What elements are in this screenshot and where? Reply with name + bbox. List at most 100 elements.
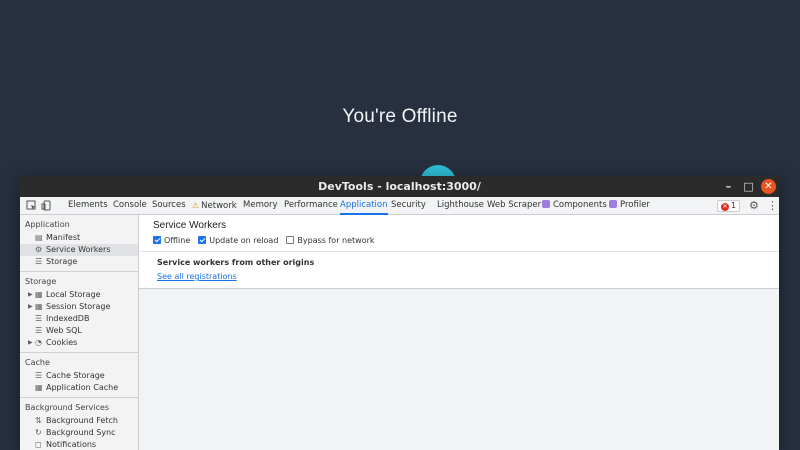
sidebar-item-label: Cache Storage xyxy=(46,371,105,380)
sidebar-item-background-fetch[interactable]: ⇅ Background Fetch xyxy=(20,415,138,427)
sidebar-item-label: Background Fetch xyxy=(46,416,118,425)
tab-label: Elements xyxy=(68,200,108,210)
option-update-on-reload[interactable]: Update on reload xyxy=(198,236,278,245)
close-button[interactable]: ✕ xyxy=(761,179,776,194)
sidebar-item-icon: ☰ xyxy=(35,257,43,266)
sidebar-item-icon: ▦ xyxy=(35,302,43,311)
tab-performance[interactable]: Performance xyxy=(284,197,338,215)
tab-label: Performance xyxy=(284,200,338,210)
tab-security[interactable]: Security xyxy=(391,197,426,215)
react-icon xyxy=(609,200,617,208)
tab-label: Console xyxy=(113,200,147,210)
tab-components[interactable]: Components xyxy=(542,197,607,215)
expand-arrow-icon[interactable]: ▶ xyxy=(28,289,33,301)
devtools-toolbar: Elements Console Sources ⚠ Network Memory Perf… xyxy=(20,197,779,215)
sidebar-item-service-workers[interactable]: ⚙ Service Workers xyxy=(20,244,138,256)
settings-icon[interactable]: ⚙ xyxy=(749,199,759,212)
sidebar-item-label: IndexedDB xyxy=(46,314,90,323)
service-worker-options: Offline Update on reload Bypass for networ… xyxy=(153,236,383,245)
sidebar-item-label: Service Workers xyxy=(46,245,111,254)
panel-title: Service Workers xyxy=(153,220,227,231)
sidebar-item-icon: ☰ xyxy=(35,371,43,380)
sidebar-item-manifest[interactable]: ▤ Manifest xyxy=(20,232,138,244)
tab-memory[interactable]: Memory xyxy=(243,197,278,215)
sidebar-item-label: Cookies xyxy=(46,338,78,347)
inspect-element-icon[interactable] xyxy=(26,200,37,211)
checkbox[interactable] xyxy=(153,236,161,244)
divider xyxy=(139,251,779,252)
tab-web-scraper[interactable]: Web Scraper xyxy=(487,197,541,215)
option-bypass-for-network[interactable]: Bypass for network xyxy=(286,236,375,245)
service-workers-panel: Service Workers Offline Update on reload B… xyxy=(139,215,779,289)
option-offline[interactable]: Offline xyxy=(153,236,190,245)
tab-profiler[interactable]: Profiler xyxy=(609,197,650,215)
tab-label: Profiler xyxy=(620,200,650,210)
tab-label: Components xyxy=(553,200,607,210)
tab-network[interactable]: ⚠ Network xyxy=(192,197,237,215)
sidebar-item-local-storage[interactable]: ▶ ▦ Local Storage xyxy=(20,289,138,301)
sidebar-item-label: Notifications xyxy=(46,440,97,449)
checkbox[interactable] xyxy=(286,236,295,244)
window-title: DevTools - localhost:3000/ xyxy=(318,180,481,193)
other-origins-heading: Service workers from other origins xyxy=(157,258,315,267)
error-icon: ✕ xyxy=(721,203,729,211)
tab-label: Lighthouse xyxy=(437,200,484,210)
error-counter[interactable]: ✕ 1 xyxy=(717,200,741,212)
sidebar-item-icon: ◔ xyxy=(35,338,42,347)
sidebar-item-icon: ☰ xyxy=(35,326,43,335)
section-header-storage: Storage xyxy=(25,277,57,286)
sidebar-item-icon: ⚙ xyxy=(35,245,43,254)
section-header-application: Application xyxy=(25,220,70,229)
sidebar-item-icon: ⇅ xyxy=(35,416,42,425)
tab-label: Network xyxy=(201,201,237,211)
react-icon xyxy=(542,200,550,208)
device-toolbar-icon[interactable] xyxy=(41,200,52,211)
sidebar-item-icon: ▦ xyxy=(35,383,43,392)
more-options-icon[interactable]: ⋮ xyxy=(767,199,778,212)
sidebar-item-storage[interactable]: ☰ Storage xyxy=(20,256,138,268)
sidebar-item-icon: ▦ xyxy=(35,290,43,299)
devtools-window: DevTools - localhost:3000/ – □ ✕ Element… xyxy=(20,176,779,450)
sidebar-item-background-sync[interactable]: ↻ Background Sync xyxy=(20,427,138,439)
application-sidebar: Application ▤ Manifest ⚙ Service Workers ☰ Sto… xyxy=(20,215,139,450)
offline-heading: You're Offline xyxy=(342,106,458,127)
warning-icon: ⚠ xyxy=(192,201,200,210)
checkbox-label: Offline xyxy=(164,236,191,245)
checkbox-label: Update on reload xyxy=(209,236,279,245)
tab-sources[interactable]: Sources xyxy=(152,197,186,215)
sidebar-item-application-cache[interactable]: ▦ Application Cache xyxy=(20,382,138,394)
expand-arrow-icon[interactable]: ▶ xyxy=(28,337,33,349)
sidebar-item-label: Web SQL xyxy=(46,326,82,335)
sidebar-item-cache-storage[interactable]: ☰ Cache Storage xyxy=(20,370,138,382)
expand-arrow-icon[interactable]: ▶ xyxy=(28,301,33,313)
maximize-button[interactable]: □ xyxy=(741,179,756,194)
see-all-registrations-link[interactable]: See all registrations xyxy=(157,272,237,281)
tab-lighthouse[interactable]: Lighthouse xyxy=(437,197,484,215)
sidebar-item-label: Background Sync xyxy=(46,428,116,437)
section-header-background-services: Background Services xyxy=(25,403,110,412)
tab-label: Web Scraper xyxy=(487,200,542,210)
sidebar-item-icon: ◻ xyxy=(35,440,42,449)
tab-console[interactable]: Console xyxy=(113,197,147,215)
sidebar-item-notifications[interactable]: ◻ Notifications xyxy=(20,439,138,450)
section-header-cache: Cache xyxy=(25,358,50,367)
sidebar-item-indexeddb[interactable]: ☰ IndexedDB xyxy=(20,313,138,325)
sidebar-item-label: Session Storage xyxy=(46,302,111,311)
tab-label: Sources xyxy=(152,200,186,210)
checkbox[interactable] xyxy=(198,236,207,244)
sidebar-item-cookies[interactable]: ▶ ◔ Cookies xyxy=(20,337,138,349)
sidebar-item-label: Storage xyxy=(46,257,78,266)
tab-label: Application xyxy=(340,200,388,210)
sidebar-item-session-storage[interactable]: ▶ ▦ Session Storage xyxy=(20,301,138,313)
tab-application[interactable]: Application xyxy=(340,197,388,215)
window-titlebar[interactable]: DevTools - localhost:3000/ – □ ✕ xyxy=(20,176,779,197)
sidebar-item-label: Manifest xyxy=(46,233,81,242)
sidebar-item-icon: ☰ xyxy=(35,314,43,323)
minimize-button[interactable]: – xyxy=(721,179,736,194)
sidebar-item-web-sql[interactable]: ☰ Web SQL xyxy=(20,325,138,337)
tab-label: Memory xyxy=(243,200,278,210)
tab-elements[interactable]: Elements xyxy=(68,197,108,215)
sidebar-item-icon: ▤ xyxy=(35,233,43,242)
error-count: 1 xyxy=(731,201,737,210)
main-panel: Service Workers Offline Update on reload B… xyxy=(139,215,779,450)
